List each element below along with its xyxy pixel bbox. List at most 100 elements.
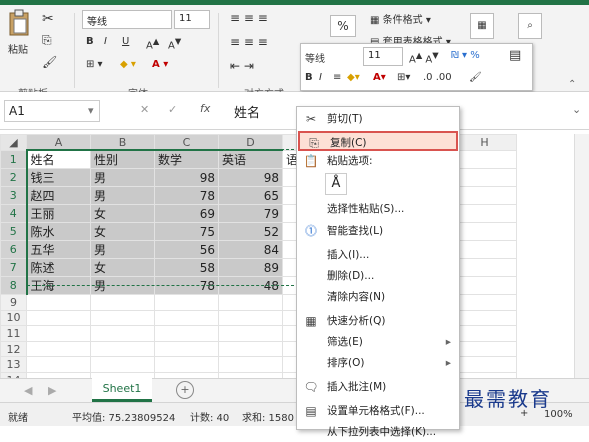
enter-icon[interactable]: ✓ (168, 103, 177, 116)
percent-style-button[interactable]: % (330, 15, 356, 37)
cell[interactable] (452, 204, 517, 224)
row-header[interactable]: 5 (0, 222, 28, 242)
font-color-icon[interactable]: A ▾ (152, 59, 168, 70)
cell[interactable] (218, 309, 283, 327)
cell[interactable]: 性别 (90, 149, 155, 170)
prev-sheet-icon[interactable]: ◀ (24, 384, 32, 397)
cell[interactable]: 78 (154, 186, 219, 206)
menu-item-copy[interactable]: ⎘ 复制(C) (298, 131, 458, 151)
menu-item-quick-analysis[interactable]: ▦ 快速分析(Q) (297, 311, 459, 331)
cell[interactable]: 98 (154, 168, 219, 188)
cell[interactable]: 48 (218, 276, 283, 296)
cell[interactable] (154, 309, 219, 327)
cell[interactable]: 王丽 (26, 204, 91, 224)
menu-item-format-cells[interactable]: ▤ 设置单元格格式(F)... (297, 401, 459, 421)
row-header[interactable]: 11 (0, 325, 27, 342)
row-header[interactable]: 2 (0, 168, 28, 188)
grow-font-icon[interactable]: A▲ (146, 36, 159, 51)
font-size-dropdown[interactable]: 11 (174, 10, 210, 29)
collapse-ribbon-icon[interactable]: ⌃ (568, 79, 576, 90)
cell[interactable] (218, 325, 283, 342)
select-all-corner[interactable]: ◢ (0, 134, 27, 151)
cell[interactable]: 赵四 (26, 186, 91, 206)
row-header[interactable]: 9 (0, 294, 27, 311)
menu-item-clear-contents[interactable]: 清除内容(N) (297, 287, 459, 307)
cell[interactable]: 69 (154, 204, 219, 224)
mini-font-size[interactable]: 11 (363, 47, 403, 66)
shrink-font-icon[interactable]: A▼ (168, 36, 181, 51)
cell[interactable] (154, 356, 219, 374)
mini-grow-font-icon[interactable]: A▲ A▼ (409, 50, 439, 65)
bold-button[interactable]: B (86, 36, 94, 47)
cell[interactable]: 89 (218, 258, 283, 278)
column-header-a[interactable]: A (26, 134, 91, 152)
mini-font-name[interactable]: 等线 (305, 50, 325, 65)
formula-input[interactable]: 姓名 (234, 102, 260, 121)
column-header-c[interactable]: C (154, 134, 219, 152)
cell[interactable] (452, 258, 517, 278)
name-box[interactable]: A1 (4, 100, 100, 122)
row-header[interactable]: 13 (0, 356, 27, 374)
menu-item-filter[interactable]: 筛选(E) ▸ (297, 332, 459, 352)
menu-item-smart-lookup[interactable]: ⓵ 智能查找(L) (297, 221, 459, 241)
underline-button[interactable]: U (122, 36, 129, 47)
cell[interactable]: 79 (218, 204, 283, 224)
cell[interactable]: 65 (218, 186, 283, 206)
cell[interactable] (154, 325, 219, 342)
menu-item-insert-comment[interactable]: 🗨 插入批注(M) (297, 377, 459, 397)
cell[interactable] (452, 340, 517, 358)
cell[interactable] (452, 186, 517, 206)
row-header[interactable]: 6 (0, 240, 28, 260)
row-header[interactable]: 3 (0, 186, 28, 206)
cell[interactable] (26, 294, 91, 311)
mini-font-color-icon[interactable]: A▾ (373, 72, 386, 83)
cell[interactable]: 王海 (26, 276, 91, 296)
cell[interactable] (90, 340, 155, 358)
mini-borders-icon[interactable]: ⊞▾ (397, 72, 410, 83)
cells-icon[interactable]: ▦ (470, 13, 494, 39)
cell[interactable]: 陈水 (26, 222, 91, 242)
column-header-b[interactable]: B (90, 134, 155, 152)
menu-item-insert[interactable]: 插入(I)... (297, 245, 459, 265)
menu-item-sort[interactable]: 排序(O) ▸ (297, 353, 459, 373)
cell[interactable] (452, 325, 517, 342)
cell[interactable]: 女 (90, 258, 155, 278)
cell[interactable] (90, 294, 155, 311)
row-header[interactable]: 7 (0, 258, 28, 278)
borders-icon[interactable]: ⊞ ▾ (86, 59, 103, 70)
font-name-dropdown[interactable]: 等线 (82, 10, 172, 29)
indent-icon[interactable]: ⇤ ⇥ (230, 59, 254, 73)
cell[interactable]: 英语 (218, 149, 283, 170)
cell[interactable] (154, 294, 219, 311)
menu-item-paste-special[interactable]: 选择性粘贴(S)... (297, 199, 459, 219)
cell[interactable]: 五华 (26, 240, 91, 260)
insert-function-icon[interactable]: fx (200, 102, 210, 115)
cell[interactable]: 56 (154, 240, 219, 260)
cell[interactable]: 钱三 (26, 168, 91, 188)
cell[interactable] (218, 294, 283, 311)
cell[interactable] (26, 340, 91, 358)
row-header[interactable]: 1 (0, 149, 28, 170)
cell[interactable]: 姓名 (26, 149, 91, 170)
column-header-d[interactable]: D (218, 134, 283, 152)
cell[interactable]: 84 (218, 240, 283, 260)
paste-button[interactable]: 粘贴 (8, 9, 34, 59)
cancel-icon[interactable]: ✕ (140, 103, 149, 116)
mini-decimal-icon[interactable]: .0 .00 (423, 72, 452, 83)
cell[interactable]: 男 (90, 240, 155, 260)
cell[interactable] (154, 340, 219, 358)
cell[interactable] (90, 309, 155, 327)
cell[interactable]: 78 (154, 276, 219, 296)
row-header[interactable]: 10 (0, 309, 27, 327)
cell[interactable] (452, 168, 517, 188)
sheet-tab-sheet1[interactable]: Sheet1 (92, 378, 152, 402)
cell[interactable] (90, 356, 155, 374)
mini-italic-button[interactable]: I (319, 72, 322, 83)
mini-bold-button[interactable]: B (305, 72, 313, 83)
mini-align-icon[interactable]: ≡ (333, 72, 341, 83)
cell[interactable] (452, 356, 517, 374)
cell[interactable]: 男 (90, 168, 155, 188)
cell[interactable]: 陈述 (26, 258, 91, 278)
cell[interactable]: 男 (90, 276, 155, 296)
mini-format-painter-icon[interactable]: 🖌 (469, 72, 482, 83)
